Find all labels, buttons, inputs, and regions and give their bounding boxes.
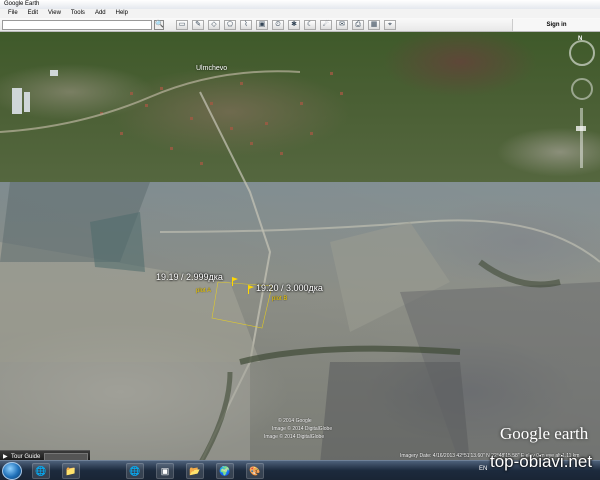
planets-icon[interactable]: ☾ bbox=[304, 20, 316, 30]
google-earth-window: Google Earth File Edit View Tools Add He… bbox=[0, 0, 600, 480]
polygon-icon[interactable]: ◇ bbox=[208, 20, 220, 30]
zoom-slider-knob[interactable] bbox=[576, 126, 586, 131]
email-icon[interactable]: ✉ bbox=[336, 20, 348, 30]
plot-a-area-label[interactable]: 19.19 / 2.999дка bbox=[156, 272, 223, 282]
zoom-slider[interactable] bbox=[580, 108, 583, 168]
plot-b-name[interactable]: plot B bbox=[272, 296, 287, 302]
menu-file[interactable]: File bbox=[3, 9, 23, 18]
toolbar: 🔍 ▭ ✎ ◇ ⬠ ⌇ ▣ ⏲ ✱ ☾ ☄ ✉ ⎙ ▦ ⌖ Sign in bbox=[0, 18, 600, 32]
sign-in-button[interactable]: Sign in bbox=[512, 19, 600, 31]
look-compass[interactable] bbox=[569, 40, 595, 66]
start-button[interactable] bbox=[2, 462, 22, 480]
north-indicator[interactable]: N bbox=[578, 36, 582, 42]
rooftops bbox=[100, 72, 343, 165]
taskbar-paint-icon[interactable]: 🎨 bbox=[246, 463, 264, 479]
ruler-icon[interactable]: ☄ bbox=[320, 20, 332, 30]
google-earth-logo: Google earth bbox=[500, 424, 589, 443]
overlay-icon[interactable]: ⌇ bbox=[240, 20, 252, 30]
sunlight-icon[interactable]: ✱ bbox=[288, 20, 300, 30]
buildings bbox=[12, 70, 58, 114]
historical-imagery-icon[interactable]: ⏲ bbox=[272, 20, 284, 30]
menu-bar: File Edit View Tools Add Help bbox=[0, 9, 600, 18]
record-tour-icon[interactable]: ▣ bbox=[256, 20, 268, 30]
imagery-credit-2: Image © 2014 DigitalGlobe bbox=[272, 426, 333, 432]
move-joystick[interactable] bbox=[571, 78, 593, 100]
plot-b-area-label[interactable]: 19.20 / 3.000дка bbox=[256, 283, 323, 293]
taskbar-explorer-icon[interactable]: 📁 bbox=[62, 463, 80, 479]
toolbar-icons: ▭ ✎ ◇ ⬠ ⌇ ▣ ⏲ ✱ ☾ ☄ ✉ ⎙ ▦ ⌖ bbox=[176, 20, 396, 30]
menu-edit[interactable]: Edit bbox=[23, 9, 43, 18]
search-input[interactable] bbox=[2, 20, 152, 30]
map-view[interactable]: Ulmchevo 19.19 / 2.999дка plot A 19.20 /… bbox=[0, 32, 600, 464]
imagery-credit-3: Image © 2014 DigitalGlobe bbox=[264, 434, 325, 440]
menu-help[interactable]: Help bbox=[111, 9, 133, 18]
save-image-icon[interactable]: ▦ bbox=[368, 20, 380, 30]
placemark-pin-a-icon[interactable] bbox=[232, 277, 238, 286]
village-label: Ulmchevo bbox=[196, 65, 228, 72]
plot-a-name[interactable]: plot A bbox=[196, 288, 211, 294]
placemark-pin-b-icon[interactable] bbox=[248, 285, 254, 294]
placemark-icon[interactable]: ✎ bbox=[192, 20, 204, 30]
language-indicator[interactable]: EN bbox=[479, 466, 487, 472]
search-button[interactable]: 🔍 bbox=[154, 20, 164, 30]
site-watermark: top-obiavi.net bbox=[490, 452, 593, 471]
navigation-controls: N bbox=[567, 34, 597, 184]
imagery-credit-1: © 2014 Google bbox=[278, 418, 312, 424]
taskbar-google-earth-icon[interactable]: 🌍 bbox=[216, 463, 234, 479]
path-icon[interactable]: ⬠ bbox=[224, 20, 236, 30]
view-in-maps-icon[interactable]: ⌖ bbox=[384, 20, 396, 30]
taskbar-ie-pinned-icon[interactable]: 🌐 bbox=[126, 463, 144, 479]
window-title: Google Earth bbox=[4, 1, 40, 7]
terrain-overlay bbox=[0, 70, 600, 464]
sidebar-toggle-icon[interactable]: ▭ bbox=[176, 20, 188, 30]
menu-tools[interactable]: Tools bbox=[66, 9, 90, 18]
title-bar: Google Earth bbox=[0, 0, 600, 9]
menu-add[interactable]: Add bbox=[90, 9, 111, 18]
taskbar-ie-icon[interactable]: 🌐 bbox=[32, 463, 50, 479]
menu-view[interactable]: View bbox=[43, 9, 66, 18]
taskbar-media-icon[interactable]: ▣ bbox=[156, 463, 174, 479]
print-icon[interactable]: ⎙ bbox=[352, 20, 364, 30]
taskbar-folder-icon[interactable]: 📂 bbox=[186, 463, 204, 479]
